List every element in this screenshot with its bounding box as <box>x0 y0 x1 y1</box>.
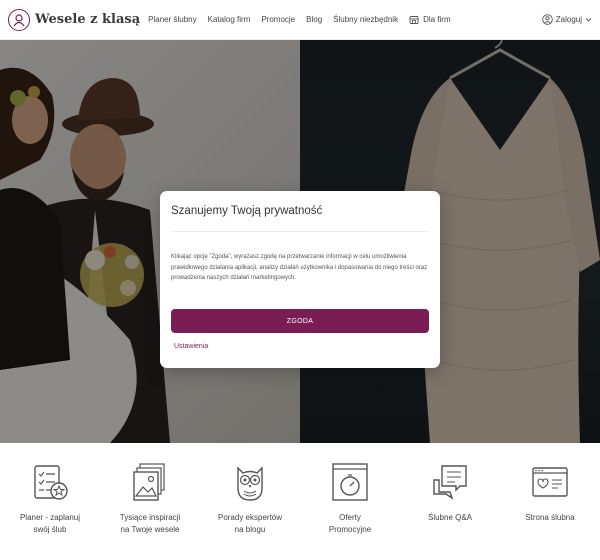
nav-dla-firm-label: Dla firm <box>423 15 451 24</box>
nav-katalog-label: Katalog firm <box>207 15 251 24</box>
consent-divider <box>171 231 429 232</box>
consent-title: Szanujemy Twoją prywatność <box>171 205 323 217</box>
user-circle-icon <box>541 14 553 25</box>
promo-timer-icon <box>332 463 368 501</box>
nav-promocje[interactable]: Promocje <box>261 15 295 24</box>
features-bar: Planer - zaplanuj swój ślub Tysiące insp… <box>0 443 600 560</box>
nav-niezbednik[interactable]: Ślubny niezbędnik <box>333 15 398 24</box>
wedding-website-icon <box>532 467 568 497</box>
owl-icon <box>237 466 263 501</box>
feature-qa-label: Ślubne Q&A <box>427 513 473 522</box>
chevron-down-icon <box>585 18 592 22</box>
feature-expert-advice-label: Porady ekspertów na blogu <box>217 513 283 534</box>
planner-checklist-icon <box>34 465 68 500</box>
feature-qa[interactable]: Ślubne Q&A <box>400 443 500 560</box>
nav-niezbednik-label: Ślubny niezbędnik <box>333 15 399 24</box>
site-logo[interactable]: Wesele z klasą <box>8 8 141 31</box>
chat-bubbles-icon <box>433 465 467 500</box>
nav-promocje-label: Promocje <box>261 15 296 24</box>
consent-modal: Szanujemy Twoją prywatność Klikając opcj… <box>160 191 440 368</box>
feature-planner-label: Planer - zaplanuj swój ślub <box>19 513 81 534</box>
photo-gallery-icon <box>133 463 165 501</box>
consent-body: Klikając opcję "Zgoda", wyrażasz zgodę n… <box>171 254 428 281</box>
nav-planer[interactable]: Planer ślubny <box>148 15 196 24</box>
logo-text: Wesele z klasą <box>35 12 141 27</box>
feature-expert-advice[interactable]: Porady ekspertów na blogu <box>200 443 300 560</box>
main-nav: Planer ślubny Katalog firm Promocje Blog… <box>148 15 450 25</box>
nav-planer-label: Planer ślubny <box>148 15 197 24</box>
feature-planner[interactable]: Planer - zaplanuj swój ślub <box>0 443 100 560</box>
agree-button[interactable]: ZGODA <box>171 309 429 333</box>
feature-inspirations-label: Tysiące inspiracji na Twoje wesele <box>119 513 181 534</box>
feature-wedding-website[interactable]: Strona ślubna <box>500 443 600 560</box>
feature-wedding-website-label: Strona ślubna <box>525 513 575 522</box>
feature-inspirations[interactable]: Tysiące inspiracji na Twoje wesele <box>100 443 200 560</box>
login-button[interactable]: Zaloguj <box>541 14 592 25</box>
nav-blog[interactable]: Blog <box>306 15 322 24</box>
logo-emblem-icon <box>8 8 30 31</box>
storefront-icon <box>409 15 419 24</box>
feature-promotions-label: Oferty Promocyjne <box>328 513 372 534</box>
site-header: Wesele z klasą Planer ślubny Katalog fir… <box>0 0 600 40</box>
settings-link[interactable]: Ustawienia <box>174 343 208 350</box>
login-label: Zaloguj <box>555 15 582 24</box>
nav-katalog[interactable]: Katalog firm <box>208 15 251 24</box>
feature-promotions[interactable]: Oferty Promocyjne <box>300 443 400 560</box>
nav-blog-label: Blog <box>306 15 323 24</box>
nav-dla-firm[interactable]: Dla firm <box>409 15 451 25</box>
